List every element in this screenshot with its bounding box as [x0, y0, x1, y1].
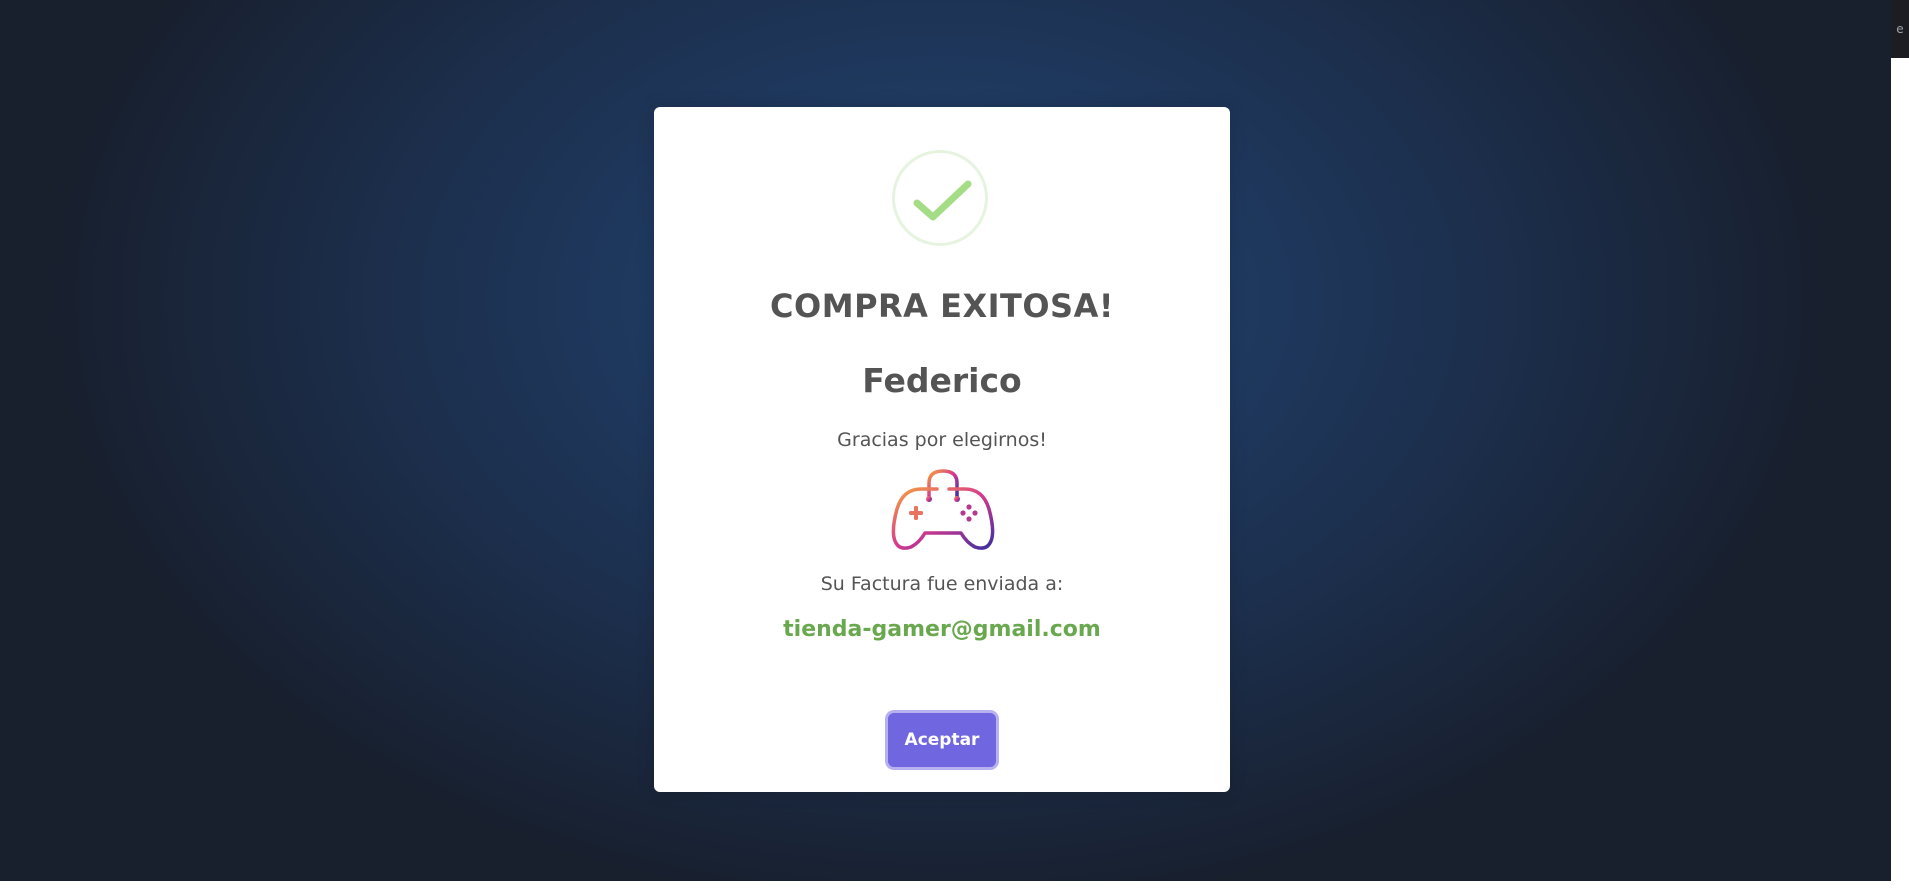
corner-tab-text: e [1896, 22, 1904, 36]
thanks-message: Gracias por elegirnos! [837, 429, 1047, 451]
invoice-email: tienda-gamer@gmail.com [783, 617, 1101, 642]
window-edge: e [1891, 0, 1909, 892]
customer-name: Federico [862, 361, 1022, 400]
gamepad-bag-icon [891, 469, 995, 551]
corner-tab: e [1891, 0, 1909, 58]
dialog-title: COMPRA EXITOSA! [770, 287, 1114, 325]
bottom-strip [0, 881, 1891, 892]
success-check-icon [892, 150, 988, 246]
accept-button[interactable]: Aceptar [888, 713, 996, 767]
invoice-label: Su Factura fue enviada a: [820, 573, 1064, 595]
success-dialog: COMPRA EXITOSA! Federico Gracias por ele… [654, 107, 1230, 792]
